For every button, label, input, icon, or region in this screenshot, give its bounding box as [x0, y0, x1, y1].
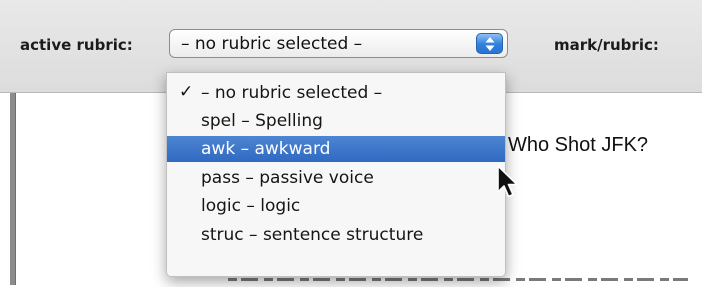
menu-item-label: spel – Spelling [201, 111, 323, 131]
rubric-select[interactable]: – no rubric selected – [169, 29, 508, 58]
updown-arrows-icon[interactable] [476, 33, 503, 54]
menu-item-label: – no rubric selected – [201, 83, 383, 103]
rubric-select-value: – no rubric selected – [181, 34, 363, 54]
document-margin-bar [10, 93, 16, 285]
menu-item-label: logic – logic [201, 196, 301, 216]
menu-item-no-rubric[interactable]: ✓ – no rubric selected – [167, 80, 505, 106]
menu-item-struc[interactable]: struc – sentence structure [167, 222, 505, 248]
active-rubric-label: active rubric: [20, 36, 133, 54]
menu-item-logic[interactable]: logic – logic [167, 193, 505, 219]
menu-item-label: awk – awkward [201, 139, 331, 159]
mark-rubric-label: mark/rubric: [554, 36, 659, 54]
arrow-pointer-icon [497, 165, 518, 198]
checkmark-icon: ✓ [179, 82, 194, 102]
rubric-dropdown-menu: ✓ – no rubric selected – spel – Spelling… [166, 72, 506, 277]
partially-hidden-text-line [228, 277, 688, 287]
menu-item-awk[interactable]: awk – awkward [167, 136, 505, 162]
menu-item-label: struc – sentence structure [201, 225, 424, 245]
menu-item-label: pass – passive voice [201, 168, 374, 188]
document-heading: Who Shot JFK? [508, 134, 649, 156]
menu-item-spel[interactable]: spel – Spelling [167, 108, 505, 134]
menu-item-pass[interactable]: pass – passive voice [167, 165, 505, 191]
